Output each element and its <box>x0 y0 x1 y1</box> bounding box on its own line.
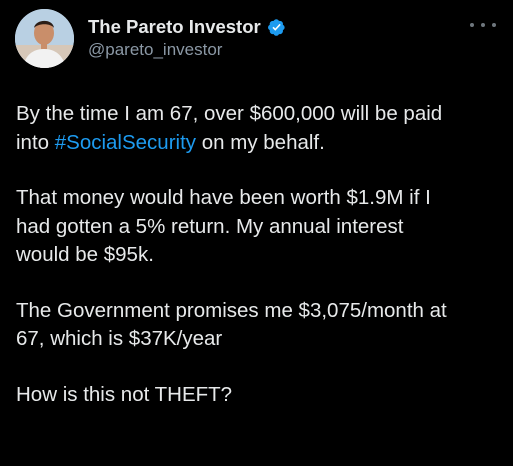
tweet-paragraph: The Government promises me $3,075/month … <box>16 297 506 354</box>
tweet-line: How is this not THEFT? <box>16 382 233 406</box>
tweet-line: That money would have been worth $1.9M i… <box>16 186 431 209</box>
tweet-line-suffix: on my behalf. <box>196 130 325 154</box>
verified-badge-icon <box>267 18 286 37</box>
tweet-paragraph: By the time I am 67, over $600,000 will … <box>16 100 506 157</box>
tweet-line: would be $95k. <box>16 243 154 266</box>
tweet-card: The Pareto Investor @pareto_investor By … <box>0 0 513 466</box>
tweet-line: 67, which is $37K/year <box>16 327 223 350</box>
tweet-line-prefix: into <box>16 130 55 154</box>
dot-icon <box>470 23 474 27</box>
tweet-line: By the time I am 67, over $600,000 will … <box>16 102 443 125</box>
display-name[interactable]: The Pareto Investor <box>88 16 261 38</box>
tweet-text: By the time I am 67, over $600,000 will … <box>16 100 506 409</box>
avatar-photo <box>15 9 74 68</box>
tweet-paragraph: How is this not THEFT? <box>16 381 506 410</box>
dot-icon <box>481 23 485 27</box>
dot-icon <box>492 23 496 27</box>
tweet-paragraph: That money would have been worth $1.9M i… <box>16 184 506 270</box>
avatar[interactable] <box>15 9 74 68</box>
tweet-line: had gotten a 5% return. My annual intere… <box>16 214 404 238</box>
author-handle[interactable]: @pareto_investor <box>88 40 222 60</box>
more-options-icon[interactable] <box>470 18 496 32</box>
tweet-line: The Government promises me $3,075/month … <box>16 298 447 322</box>
author-name-row: The Pareto Investor <box>88 14 286 40</box>
hashtag-link[interactable]: #SocialSecurity <box>55 131 196 154</box>
